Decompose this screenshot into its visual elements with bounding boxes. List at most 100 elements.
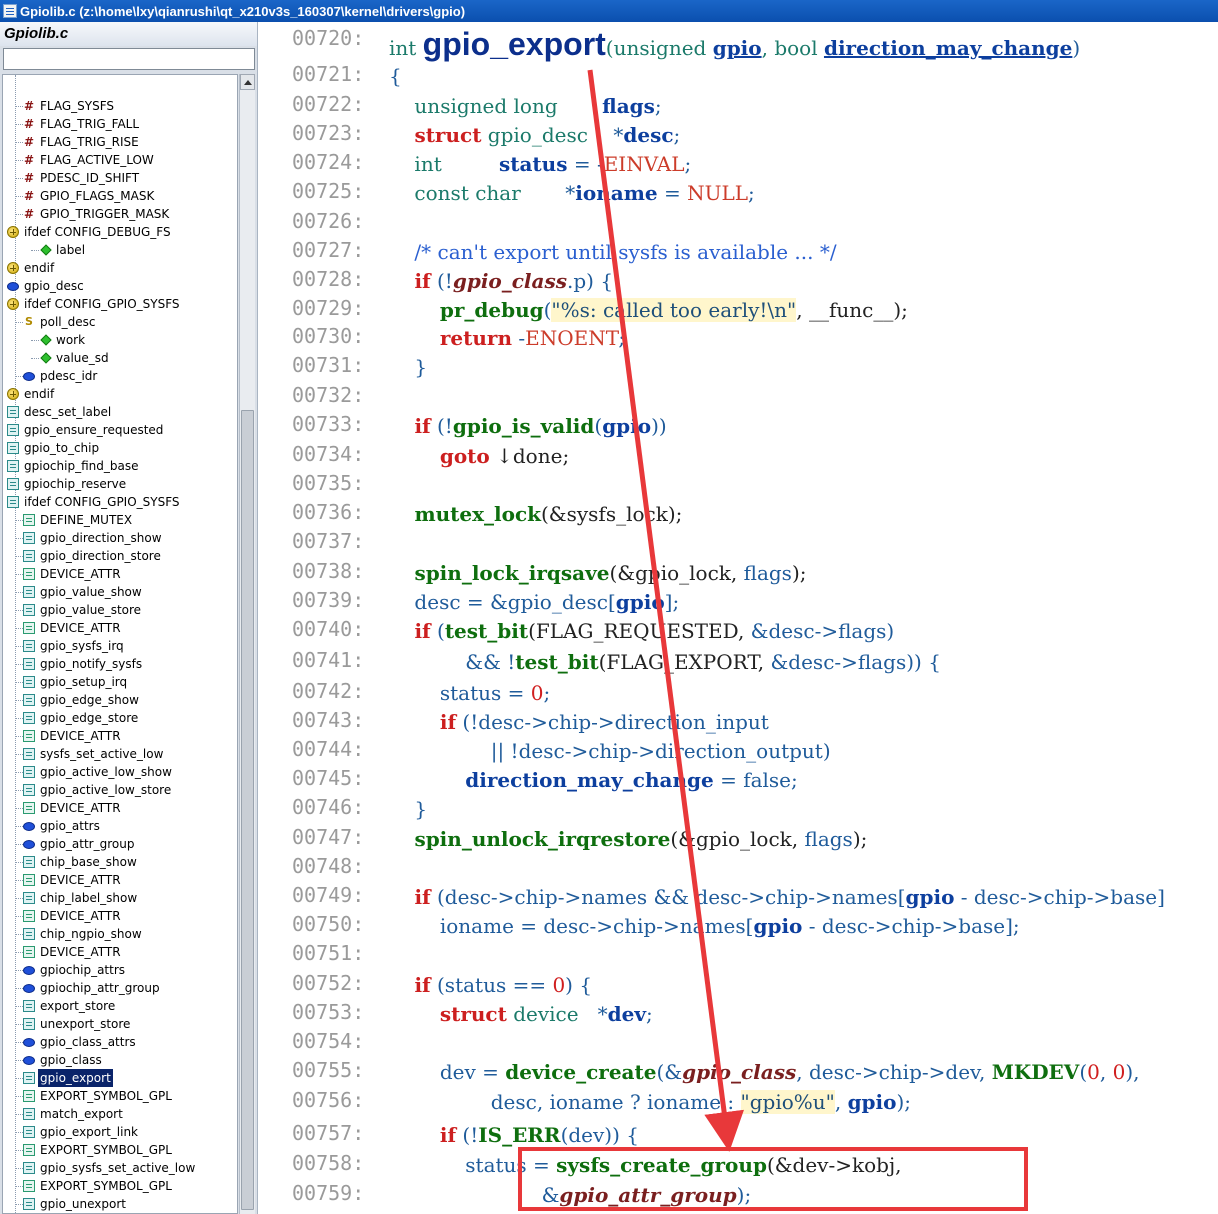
tree-item[interactable]: # GPIO_TRIGGER_MASK [3,205,237,223]
tree-item[interactable]: # FLAG_TRIG_FALL [3,115,237,133]
code-line[interactable]: 00750: ioname = desc->chip->names[gpio -… [259,912,1218,941]
tree-item[interactable]: gpio_edge_store [3,709,237,727]
symbol-tree[interactable]: # FLAG_SYSFS # FLAG_TRIG_FALL # FLAG_TRIG_RIS… [2,74,238,1214]
tree-item[interactable]: gpio_notify_sysfs [3,655,237,673]
code-line[interactable]: 00748: [259,854,1218,883]
tree-item[interactable]: gpiochip_attrs [3,961,237,979]
tree-item[interactable]: gpio_direction_show [3,529,237,547]
tree-item[interactable]: gpio_active_low_store [3,781,237,799]
code-line[interactable]: 00749: if (desc->chip->names && desc->ch… [259,883,1218,912]
code-line[interactable]: 00731: } [259,353,1218,382]
code-line[interactable]: 00740: if (test_bit(FLAG_REQUESTED, &des… [259,617,1218,646]
code-line[interactable]: 00730: return -ENOENT; [259,324,1218,353]
tree-item[interactable]: endif [3,385,237,403]
tree-item[interactable]: gpio_active_low_show [3,763,237,781]
scrollbar-thumb[interactable] [241,410,254,1210]
code-line[interactable]: 00739: desc = &gpio_desc[gpio]; [259,588,1218,617]
tree-item[interactable]: DEVICE_ATTR [3,619,237,637]
code-line[interactable]: 00722: unsigned long flags; [259,92,1218,121]
code-line[interactable]: 00732: [259,383,1218,412]
code-line[interactable]: 00757: if (!IS_ERR(dev)) { [259,1121,1218,1150]
tree-item[interactable]: endif [3,259,237,277]
tree-item[interactable]: desc_set_label [3,403,237,421]
code-line[interactable]: 00742: status = 0; [259,679,1218,708]
code-line[interactable]: 00728: if (!gpio_class.p) { [259,267,1218,296]
code-line[interactable]: 00751: [259,941,1218,970]
code-line[interactable]: 00723: struct gpio_desc *desc; [259,121,1218,150]
tree-item[interactable]: chip_base_show [3,853,237,871]
tree-item[interactable]: value_sd [3,349,237,367]
tree-item[interactable]: DEVICE_ATTR [3,727,237,745]
scroll-up-arrow-icon[interactable] [240,74,255,90]
code-line[interactable]: 00755: dev = device_create(&gpio_class, … [259,1058,1218,1087]
tree-item[interactable]: ifdef CONFIG_GPIO_SYSFS [3,493,237,511]
code-line[interactable]: 00735: [259,471,1218,500]
code-line[interactable]: 00720: int gpio_export(unsigned gpio, boo… [259,26,1218,66]
code-line[interactable]: 00744: || !desc->chip->direction_output) [259,737,1218,766]
tree-item[interactable]: gpio_attr_group [3,835,237,853]
code-line[interactable]: 00754: [259,1029,1218,1058]
tree-item[interactable]: gpio_value_show [3,583,237,601]
tree-item[interactable]: gpio_attrs [3,817,237,835]
code-line[interactable]: 00733: if (!gpio_is_valid(gpio)) [259,412,1218,441]
tree-item[interactable]: label [3,241,237,259]
tree-item[interactable]: gpio_unexport [3,1195,237,1213]
tree-item[interactable]: gpio_class [3,1051,237,1069]
code-line[interactable]: 00746: } [259,795,1218,824]
symbol-filter-input[interactable] [3,48,255,70]
tree-item[interactable]: gpio_export [3,1069,237,1087]
code-line[interactable]: 00738: spin_lock_irqsave(&gpio_lock, fla… [259,559,1218,588]
tree-item[interactable]: export_store [3,997,237,1015]
tree-item[interactable]: gpio_edge_show [3,691,237,709]
tree-item[interactable]: gpio_class_attrs [3,1033,237,1051]
code-line[interactable]: 00753: struct device *dev; [259,1000,1218,1029]
tree-item[interactable]: EXPORT_SYMBOL_GPL [3,1177,237,1195]
tree-item[interactable]: # FLAG_TRIG_RISE [3,133,237,151]
code-line[interactable]: 00726: [259,209,1218,238]
code-line[interactable]: 00734: goto ↓done; [259,442,1218,471]
code-line[interactable]: 00747: spin_unlock_irqrestore(&gpio_lock… [259,825,1218,854]
tree-item[interactable]: # FLAG_SYSFS [3,97,237,115]
tree-item[interactable]: match_export [3,1105,237,1123]
tree-item[interactable]: DEVICE_ATTR [3,943,237,961]
code-line[interactable]: 00759: &gpio_attr_group); [259,1181,1218,1210]
tree-item[interactable]: sysfs_set_active_low [3,745,237,763]
tree-item[interactable]: ifdef CONFIG_DEBUG_FS [3,223,237,241]
tree-item[interactable]: chip_label_show [3,889,237,907]
code-line[interactable]: 00736: mutex_lock(&sysfs_lock); [259,500,1218,529]
code-line[interactable]: 00727: /* can't export until sysfs is av… [259,238,1218,267]
tree-item[interactable]: chip_ngpio_show [3,925,237,943]
tree-item[interactable]: gpiochip_find_base [3,457,237,475]
tree-item[interactable]: DEVICE_ATTR [3,907,237,925]
tree-item[interactable]: gpio_sysfs_irq [3,637,237,655]
tree-item[interactable]: # GPIO_FLAGS_MASK [3,187,237,205]
code-line[interactable]: 00756: desc, ioname ? ioname : "gpio%u",… [259,1088,1218,1117]
tree-item[interactable]: gpio_export_link [3,1123,237,1141]
code-line[interactable]: 00752: if (status == 0) { [259,971,1218,1000]
tree-item[interactable]: unexport_store [3,1015,237,1033]
tree-item[interactable]: DEVICE_ATTR [3,565,237,583]
tree-item[interactable]: gpio_direction_store [3,547,237,565]
tree-item[interactable]: gpio_ensure_requested [3,421,237,439]
code-line[interactable]: 00745: direction_may_change = false; [259,766,1218,795]
code-line[interactable]: 00721: { [259,62,1218,91]
tree-item[interactable]: # PDESC_ID_SHIFT [3,169,237,187]
tree-item[interactable]: work [3,331,237,349]
code-line[interactable]: 00743: if (!desc->chip->direction_input [259,708,1218,737]
code-line[interactable]: 00729: pr_debug("%s: called too early!\n… [259,296,1218,325]
tree-item[interactable]: gpio_value_store [3,601,237,619]
tree-item[interactable]: DEVICE_ATTR [3,871,237,889]
tree-item[interactable]: DEVICE_ATTR [3,799,237,817]
code-editor[interactable]: 00720: int gpio_export(unsigned gpio, boo… [259,22,1218,1214]
tree-item[interactable]: EXPORT_SYMBOL_GPL [3,1141,237,1159]
symbol-tree-scrollbar[interactable] [239,74,255,1214]
code-line[interactable]: 00758: status = sysfs_create_group(&dev-… [259,1151,1218,1180]
tree-item[interactable]: gpio_setup_irq [3,673,237,691]
tree-item[interactable]: gpiochip_attr_group [3,979,237,997]
tree-item[interactable]: DEFINE_MUTEX [3,511,237,529]
tree-item[interactable]: ifdef CONFIG_GPIO_SYSFS [3,295,237,313]
tree-item[interactable]: gpio_sysfs_set_active_low [3,1159,237,1177]
tree-item[interactable]: Spoll_desc [3,313,237,331]
tree-item[interactable]: EXPORT_SYMBOL_GPL [3,1087,237,1105]
code-line[interactable]: 00725: const char *ioname = NULL; [259,179,1218,208]
